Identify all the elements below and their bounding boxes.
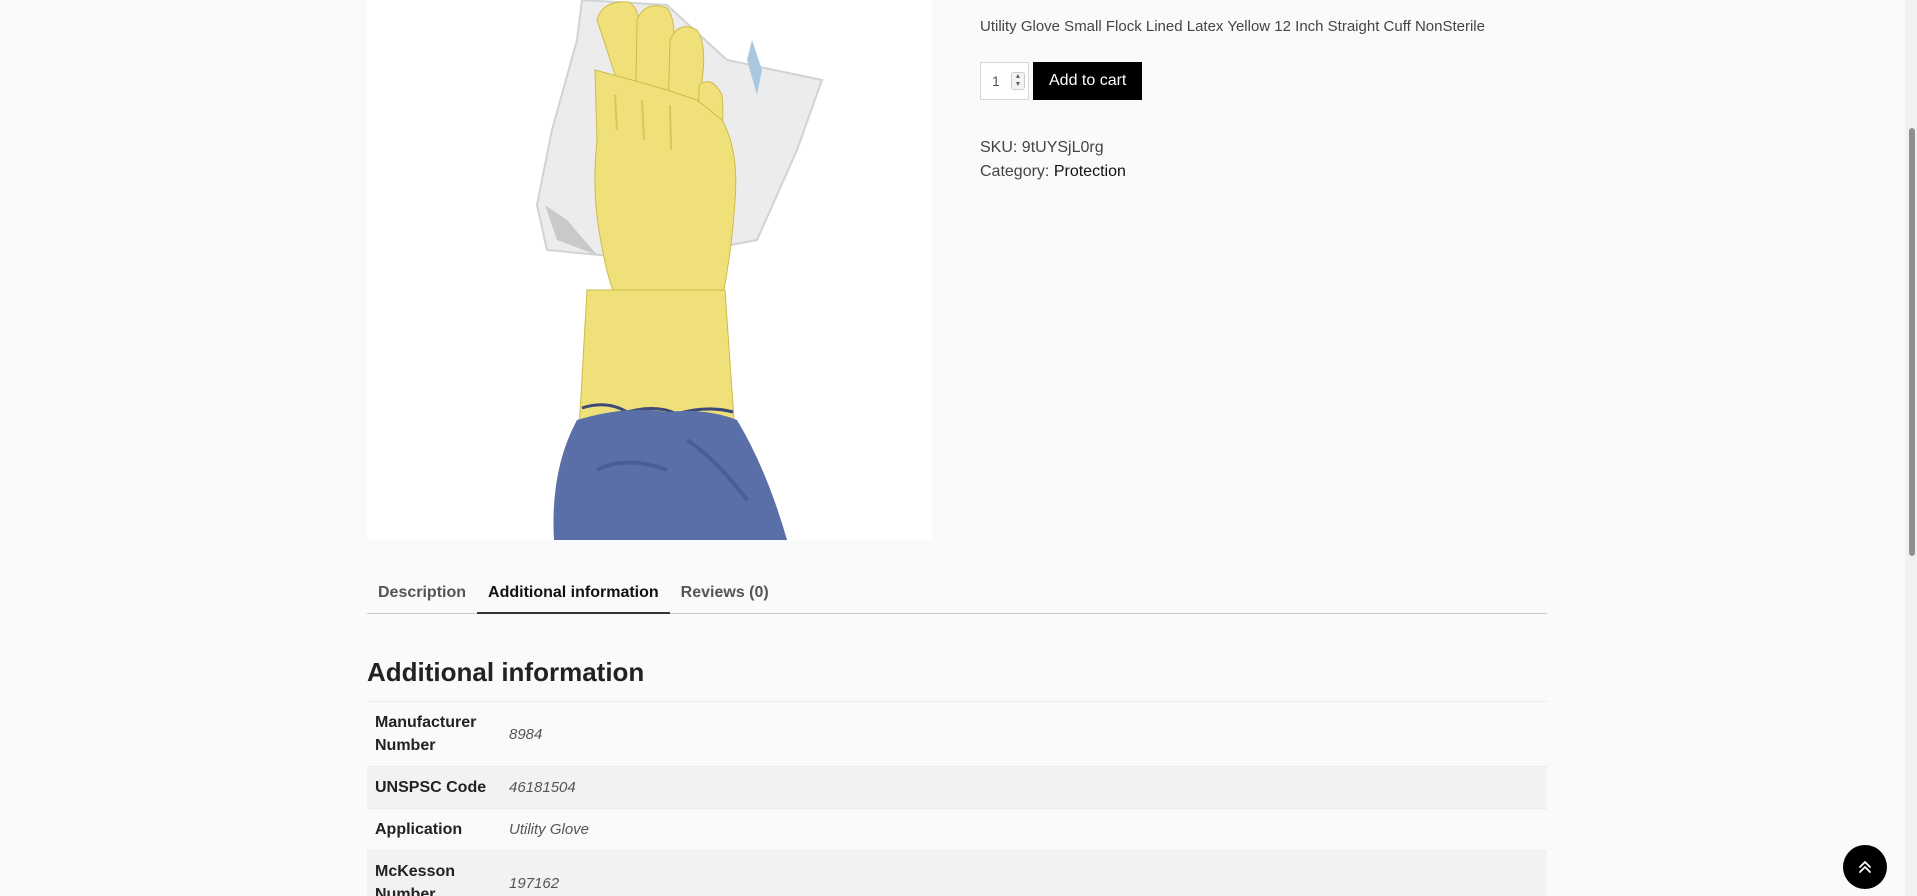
product-meta: SKU: 9tUYSjL0rg Category: Protection (980, 136, 1126, 184)
glove-image (367, 0, 932, 540)
attribute-value: 197162 (509, 874, 560, 892)
table-row: Application Utility Glove (367, 808, 1547, 851)
category-label: Category: (980, 163, 1050, 180)
product-page: Utility Glove Small Flock Lined Latex Ye… (0, 0, 1917, 896)
spinner-arrows-icon[interactable]: ▲ ▼ (1011, 72, 1025, 90)
quantity-value: 1 (992, 73, 1000, 89)
attribute-value: 8984 (509, 725, 543, 743)
category-link[interactable]: Protection (1054, 163, 1126, 180)
add-to-cart-form: 1 ▲ ▼ Add to cart (980, 62, 1143, 100)
tab-additional-information[interactable]: Additional information (477, 578, 670, 614)
product-tabs: Description Additional information Revie… (367, 578, 1547, 614)
scrollbar-thumb[interactable] (1909, 128, 1915, 556)
sku-row: SKU: 9tUYSjL0rg (980, 136, 1126, 160)
category-row: Category: Protection (980, 160, 1126, 184)
tab-reviews[interactable]: Reviews (0) (670, 578, 780, 614)
additional-information-heading: Additional information (367, 657, 645, 687)
sku-value: 9tUYSjL0rg (1021, 139, 1104, 156)
double-chevron-up-icon (1859, 861, 1871, 873)
attribute-value: Utility Glove (509, 821, 590, 838)
attribute-label: UNSPSC Code (375, 779, 487, 796)
add-to-cart-button[interactable]: Add to cart (1033, 62, 1143, 100)
attribute-label: Application (375, 821, 463, 838)
table-row: UNSPSC Code 46181504 (367, 766, 1547, 809)
table-row: Manufacturer Number 8984 (367, 701, 1547, 767)
attribute-label: Manufacturer Number (375, 714, 477, 754)
attributes-table: Manufacturer Number 8984 UNSPSC Code 461… (367, 701, 1547, 896)
page-scrollbar[interactable] (1905, 0, 1917, 896)
table-row: McKesson Number 197162 (367, 850, 1547, 896)
quantity-stepper[interactable]: 1 ▲ ▼ (980, 62, 1029, 100)
attribute-label: McKesson Number (375, 863, 456, 896)
product-short-description: Utility Glove Small Flock Lined Latex Ye… (980, 18, 1485, 35)
tab-description[interactable]: Description (367, 578, 477, 614)
product-image[interactable] (367, 0, 932, 540)
attribute-value: 46181504 (509, 779, 576, 796)
back-to-top-button[interactable] (1843, 845, 1887, 889)
sku-label: SKU: (980, 139, 1018, 156)
